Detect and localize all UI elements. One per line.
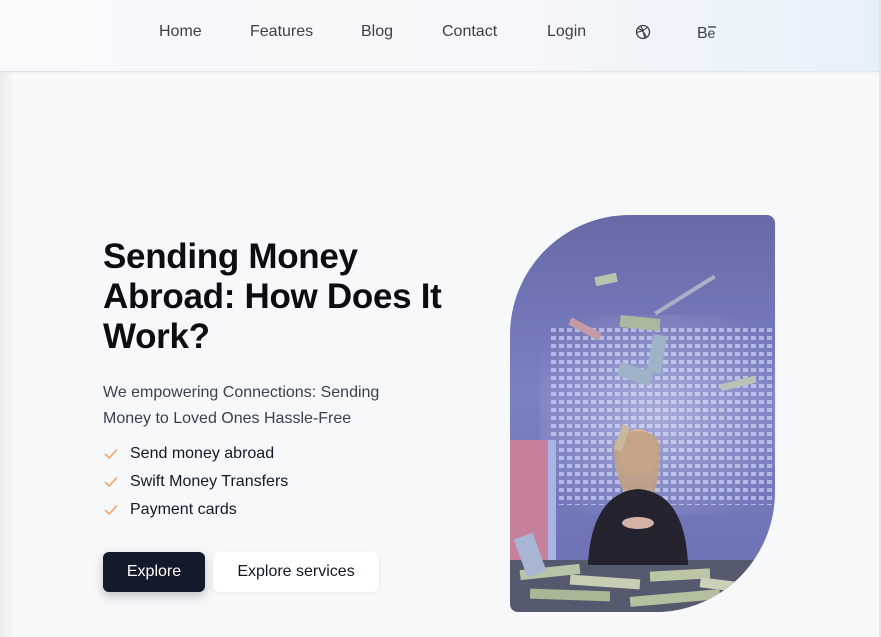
explore-services-button[interactable]: Explore services: [213, 552, 379, 592]
nav-contact-link[interactable]: Contact: [442, 23, 497, 41]
svg-text:B: B: [697, 25, 708, 40]
behance-icon[interactable]: B e: [697, 24, 719, 45]
page-edge-shadow: [0, 72, 14, 637]
hero-title: Sending Money Abroad: How Does It Work?: [103, 237, 442, 356]
feature-list: Send money abroad Swift Money Transfers …: [103, 440, 288, 524]
hero-subtitle: We empowering Connections: Sending Money…: [103, 384, 380, 427]
check-icon: [104, 477, 118, 487]
dribbble-icon[interactable]: [635, 24, 651, 45]
check-icon: [104, 505, 118, 515]
feature-item: Send money abroad: [103, 440, 288, 468]
nav-blog-link[interactable]: Blog: [361, 23, 393, 41]
check-icon: [104, 449, 118, 459]
feature-item: Swift Money Transfers: [103, 468, 288, 496]
feature-item: Payment cards: [103, 496, 288, 524]
feature-label: Swift Money Transfers: [130, 473, 289, 490]
feature-label: Send money abroad: [130, 445, 275, 462]
nav-home-link[interactable]: Home: [159, 23, 202, 41]
main-nav: Home Features Blog Contact Login B e: [0, 0, 881, 71]
site-header: Home Features Blog Contact Login B e: [0, 0, 881, 72]
nav-features-link[interactable]: Features: [250, 23, 313, 41]
feature-label: Payment cards: [130, 501, 237, 518]
nav-login-link[interactable]: Login: [547, 23, 586, 41]
explore-button[interactable]: Explore: [103, 552, 205, 592]
hero-image: [510, 215, 775, 612]
